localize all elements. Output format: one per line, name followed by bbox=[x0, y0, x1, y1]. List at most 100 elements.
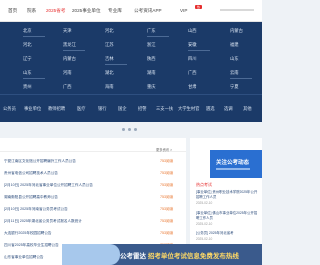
more-link[interactable]: 更多资讯 > bbox=[156, 147, 172, 152]
region-divider bbox=[63, 50, 85, 51]
banner-bubble bbox=[62, 244, 120, 265]
carousel-dot[interactable] bbox=[122, 128, 125, 131]
region-link[interactable]: 贵州 bbox=[23, 84, 32, 90]
region-link[interactable]: 广东 bbox=[147, 28, 156, 34]
nav-item-vip[interactable]: VIP bbox=[180, 8, 187, 13]
carousel-dot[interactable] bbox=[128, 128, 131, 131]
list-item[interactable]: 湖南衡阳县公开招聘高中教师公告 753阅读 bbox=[0, 192, 186, 204]
category-link[interactable]: 大学生村官 bbox=[178, 106, 199, 112]
region-link[interactable]: 北京 bbox=[23, 28, 32, 34]
category-link[interactable]: 医疗 bbox=[77, 106, 86, 112]
region-link[interactable]: 福建 bbox=[230, 42, 239, 48]
region-link[interactable]: 内蒙古 bbox=[230, 28, 243, 34]
nav-item-provincial-exam[interactable]: 2025省考 bbox=[46, 8, 65, 14]
region-link[interactable]: 广西 bbox=[188, 70, 197, 76]
category-link[interactable]: 公务员 bbox=[3, 106, 16, 112]
list-item[interactable]: [2月10日] 2025年河北省事业单位公开招聘工作人员公告 753阅读 bbox=[0, 180, 186, 192]
news-title[interactable]: [2月10日] 2025年河南省公务员考试公告 bbox=[4, 207, 154, 212]
region-link[interactable]: 江苏 bbox=[105, 42, 114, 48]
region-link[interactable]: 广西 bbox=[63, 84, 72, 90]
hot-exam-title: 热点考试 bbox=[196, 182, 212, 187]
region-divider bbox=[188, 50, 210, 51]
region-link[interactable]: 四川 bbox=[188, 56, 197, 62]
category-link[interactable]: 教师招聘 bbox=[48, 106, 65, 112]
category-link[interactable]: 选调 bbox=[224, 106, 233, 112]
region-link[interactable]: 海南 bbox=[105, 84, 114, 90]
region-link[interactable]: 湖北 bbox=[105, 70, 114, 76]
nav-item-public-institution[interactable]: 2025事业单位 bbox=[72, 8, 101, 14]
region-link[interactable]: 辽宁 bbox=[23, 56, 32, 62]
region-link[interactable]: 陕西 bbox=[147, 56, 156, 62]
region-divider bbox=[230, 78, 252, 79]
news-title[interactable]: 贵州省电信公司招聘技术人员公告 bbox=[4, 171, 154, 176]
hot-exam-date: 2025-02-10 bbox=[196, 237, 213, 241]
promo-card[interactable]: 关注公考动态 bbox=[210, 150, 262, 178]
region-link[interactable]: 山西 bbox=[188, 28, 197, 34]
category-link[interactable]: 其他 bbox=[243, 106, 252, 112]
promo-text: 关注公考动态 bbox=[216, 160, 250, 166]
read-count: 753阅读 bbox=[160, 183, 174, 187]
region-link[interactable]: 安徽 bbox=[188, 42, 197, 48]
news-title[interactable]: 大连银行2025年校园招聘公告 bbox=[4, 231, 154, 236]
region-link[interactable]: 内蒙古 bbox=[63, 56, 76, 62]
category-link[interactable]: 三支一扶 bbox=[156, 106, 173, 112]
category-link[interactable]: 遴选 bbox=[206, 106, 215, 112]
region-panel: 北京 天津 河北 广东 山西 内蒙古 河北 黑龙江 江苏 浙江 安徽 福建 辽宁… bbox=[0, 22, 262, 94]
read-count: 753阅读 bbox=[160, 231, 174, 235]
region-link[interactable]: 山东 bbox=[230, 56, 239, 62]
list-item[interactable]: 大连银行2025年校园招聘公告 753阅读 bbox=[0, 228, 186, 240]
category-link[interactable]: 招警 bbox=[138, 106, 147, 112]
promo-banner[interactable]: 公考雷达 招考单位考试信息免费发布热线 bbox=[62, 244, 262, 265]
region-link[interactable]: 湖南 bbox=[147, 70, 156, 76]
login-area[interactable] bbox=[220, 9, 254, 11]
region-divider bbox=[147, 36, 169, 37]
nav-item-app[interactable]: 公考资讯APP bbox=[134, 8, 162, 14]
banner-highlight: 招考单位考试信息免费发布热线 bbox=[147, 253, 239, 260]
list-item[interactable]: 贵州省电信公司招聘技术人员公告 753阅读 bbox=[0, 168, 186, 180]
region-link[interactable]: 宁夏 bbox=[230, 84, 239, 90]
hot-exam-date: 2025-02-10 bbox=[196, 222, 213, 226]
carousel-dot[interactable] bbox=[134, 128, 137, 131]
list-item[interactable]: [2月10日] 2025年河南省公务员考试公告 753阅读 bbox=[0, 204, 186, 216]
region-link[interactable]: 重庆 bbox=[147, 84, 156, 90]
region-link[interactable]: 云南 bbox=[230, 70, 239, 76]
category-bar: 公务员 事业单位 教师招聘 医疗 银行 国企 招警 三支一扶 大学生村官 遴选 … bbox=[0, 94, 262, 122]
region-link[interactable]: 黑龙江 bbox=[63, 42, 76, 48]
read-count: 753阅读 bbox=[160, 219, 174, 223]
news-title[interactable]: 宁夏江南区文化馆公开招聘编外工作人员公告 bbox=[4, 159, 154, 164]
banner-text: 公考雷达 招考单位考试信息免费发布热线 bbox=[120, 250, 239, 260]
list-item[interactable]: [2月11日] 2025年湖北省公务员考试报名人数统计 753阅读 bbox=[0, 216, 186, 228]
region-link[interactable]: 浙江 bbox=[147, 42, 156, 48]
region-link[interactable]: 山东 bbox=[23, 70, 32, 76]
region-divider bbox=[23, 36, 45, 37]
hot-exam-item[interactable]: [事业单位] 佛山市事业单位2025年公开招聘工作人员 bbox=[196, 211, 260, 221]
nav-item-colleges[interactable]: 院系 bbox=[27, 8, 36, 14]
category-link[interactable]: 国企 bbox=[118, 106, 127, 112]
nav-item-major-library[interactable]: 专业库 bbox=[108, 8, 122, 14]
region-link[interactable]: 河北 bbox=[105, 28, 114, 34]
banner-title: 公考雷达 bbox=[120, 253, 146, 260]
top-navigation-bar: 首页 院系 2025省考 2025事业单位 专业库 公考资讯APP VIP 热 bbox=[0, 0, 262, 22]
read-count: 753阅读 bbox=[160, 159, 174, 163]
region-link[interactable]: 河南 bbox=[63, 70, 72, 76]
news-title[interactable]: [2月11日] 2025年湖北省公务员考试报名人数统计 bbox=[4, 219, 154, 224]
region-link[interactable]: 甘肃 bbox=[188, 84, 197, 90]
region-divider bbox=[23, 78, 45, 79]
category-link[interactable]: 银行 bbox=[98, 106, 107, 112]
list-header: 更多资讯 > bbox=[0, 138, 186, 152]
region-link[interactable]: 天津 bbox=[63, 28, 72, 34]
region-link[interactable]: 河北 bbox=[23, 42, 32, 48]
hot-exam-item[interactable]: [公务员] 2025年河北省考 bbox=[196, 231, 260, 236]
news-title[interactable]: 湖南衡阳县公开招聘高中教师公告 bbox=[4, 195, 154, 200]
category-link[interactable]: 事业单位 bbox=[24, 106, 41, 112]
news-title[interactable]: [2月10日] 2025年河北省事业单位公开招聘工作人员公告 bbox=[4, 183, 154, 188]
region-divider bbox=[105, 64, 127, 65]
hot-exam-date: 2025-02-10 bbox=[196, 201, 213, 205]
region-link[interactable]: 吉林 bbox=[105, 56, 114, 62]
list-item[interactable]: 宁夏江南区文化馆公开招聘编外工作人员公告 753阅读 bbox=[0, 156, 186, 168]
read-count: 753阅读 bbox=[160, 171, 174, 175]
nav-item-home[interactable]: 首页 bbox=[8, 8, 17, 14]
promo-divider bbox=[216, 168, 250, 170]
hot-badge: 热 bbox=[195, 5, 202, 9]
hot-exam-item[interactable]: [事业单位] 贵州职业技术学院2025年公开招聘工作人员 bbox=[196, 190, 260, 200]
